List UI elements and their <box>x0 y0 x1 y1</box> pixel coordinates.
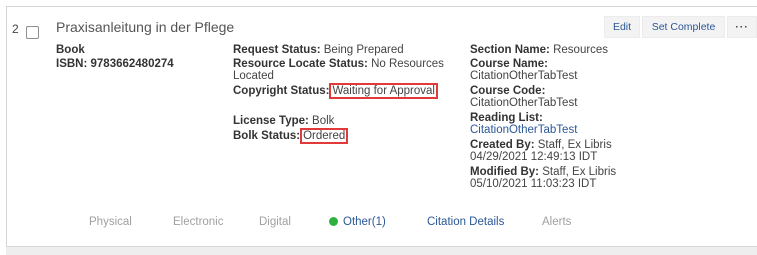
row-number: 2 <box>12 22 19 36</box>
bottom-divider <box>6 246 757 255</box>
section-name-value: Resources <box>553 44 609 56</box>
license-type-value: Bolk <box>312 115 335 127</box>
status-dot-icon <box>329 217 338 226</box>
tab-alerts[interactable]: Alerts <box>542 216 571 228</box>
tab-citation-details[interactable]: Citation Details <box>427 216 504 228</box>
course-name-label: Course Name: <box>470 58 548 70</box>
citation-title[interactable]: Praxisanleitung in der Pflege <box>56 19 234 35</box>
item-type: Book <box>56 44 85 56</box>
section-info: Section Name: Resources Course Name: Cit… <box>470 44 670 190</box>
bolk-status-label: Bolk Status: <box>233 130 301 142</box>
status-info: Request Status: Being Prepared Resource … <box>233 44 455 144</box>
tab-other[interactable]: Other(1) <box>329 216 386 228</box>
copyright-status-label: Copyright Status: <box>233 85 330 97</box>
tab-other-label: Other(1) <box>343 216 386 228</box>
edit-button[interactable]: Edit <box>604 16 640 38</box>
locate-status: Resource Locate Status: No Resources <box>233 58 455 70</box>
bolk-status-value: Ordered <box>300 128 349 144</box>
request-status: Request Status: Being Prepared <box>233 44 455 56</box>
resource-tabs: Physical Electronic Digital Other(1) Cit… <box>0 216 757 234</box>
locate-status-value-2: Located <box>233 70 274 82</box>
row-checkbox[interactable] <box>26 26 39 39</box>
section-name-label: Section Name: <box>470 44 550 56</box>
copyright-status: Copyright Status: Waiting for Approval <box>233 83 455 99</box>
reading-list-link[interactable]: CitationOtherTabTest <box>470 124 670 136</box>
modified-by: Modified By: Staff, Ex Libris <box>470 166 670 178</box>
created-date: 04/29/2021 12:49:13 IDT <box>470 151 598 163</box>
created-by: Created By: Staff, Ex Libris <box>470 139 670 151</box>
modified-by-label: Modified By: <box>470 166 539 178</box>
request-status-value: Being Prepared <box>323 44 404 56</box>
tab-physical[interactable]: Physical <box>89 216 132 228</box>
license-type-label: License Type: <box>233 115 309 127</box>
tab-electronic[interactable]: Electronic <box>173 216 224 228</box>
tab-digital[interactable]: Digital <box>259 216 291 228</box>
more-actions-icon[interactable]: ··· <box>727 16 757 38</box>
isbn-line: ISBN: 9783662480274 <box>56 58 174 70</box>
isbn-label: ISBN: <box>56 58 88 70</box>
item-info: Book ISBN: 9783662480274 <box>56 44 174 70</box>
isbn-value: 9783662480274 <box>90 58 174 70</box>
request-status-label: Request Status: <box>233 44 321 56</box>
created-by-label: Created By: <box>470 139 535 151</box>
bolk-status: Bolk Status: Ordered <box>233 128 455 144</box>
course-code-label: Course Code: <box>470 85 546 97</box>
license-type: License Type: Bolk <box>233 115 455 127</box>
created-by-value: Staff, Ex Libris <box>537 139 612 151</box>
course-name-value: CitationOtherTabTest <box>470 70 578 82</box>
copyright-status-value: Waiting for Approval <box>329 83 438 99</box>
modified-by-value: Staff, Ex Libris <box>542 166 617 178</box>
section-name: Section Name: Resources <box>470 44 670 56</box>
locate-status-value-1: No Resources <box>371 58 444 70</box>
reading-list-label: Reading List: <box>470 112 543 124</box>
locate-status-label: Resource Locate Status: <box>233 58 368 70</box>
course-code-value: CitationOtherTabTest <box>470 97 578 109</box>
modified-date: 05/10/2021 11:03:23 IDT <box>470 178 597 190</box>
set-complete-button[interactable]: Set Complete <box>642 16 725 38</box>
